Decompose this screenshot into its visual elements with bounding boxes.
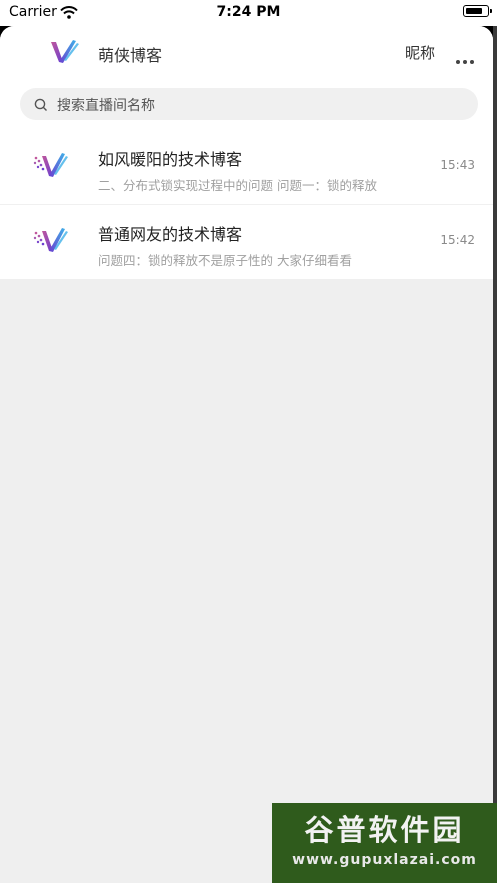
conversation-preview: 二、分布式锁实现过程中的问题 问题一：锁的释放 <box>98 178 377 193</box>
app-sheet: 萌侠博客 昵称 搜索直播间名称 如风暖阳的技术博客 二、分布式锁实现过程中的问题… <box>0 26 493 883</box>
battery-fill <box>466 8 483 14</box>
v-logo-icon <box>32 225 68 259</box>
app-title: 萌侠博客 <box>98 46 163 65</box>
conversation-title: 普通网友的技术博客 <box>98 225 243 244</box>
search-bar: 搜索直播间名称 <box>0 78 493 130</box>
search-icon <box>34 97 48 116</box>
search-input[interactable]: 搜索直播间名称 <box>20 88 478 120</box>
search-placeholder: 搜索直播间名称 <box>57 98 155 114</box>
watermark-badge: 谷普软件园 www.gupuxlazai.com <box>272 803 497 883</box>
watermark-url: www.gupuxlazai.com <box>292 852 477 868</box>
conversation-time: 15:43 <box>440 158 475 172</box>
conversation-time: 15:42 <box>440 233 475 247</box>
status-bar: Carrier 7:24 PM <box>0 0 497 26</box>
v-logo-icon <box>32 150 68 184</box>
ellipsis-icon[interactable] <box>456 49 477 68</box>
status-time: 7:24 PM <box>216 4 281 20</box>
conversation-preview: 问题四：锁的释放不是原子性的 大家仔细看看 <box>98 253 352 268</box>
conversation-list: 如风暖阳的技术博客 二、分布式锁实现过程中的问题 问题一：锁的释放 15:43 … <box>0 130 493 279</box>
watermark-name: 谷普软件园 <box>304 813 465 847</box>
list-item[interactable]: 普通网友的技术博客 问题四：锁的释放不是原子性的 大家仔细看看 15:42 <box>0 205 493 279</box>
nickname-button[interactable]: 昵称 <box>405 42 435 63</box>
list-item[interactable]: 如风暖阳的技术博客 二、分布式锁实现过程中的问题 问题一：锁的释放 15:43 <box>0 130 493 205</box>
conversation-title: 如风暖阳的技术博客 <box>98 150 243 169</box>
app-header: 萌侠博客 昵称 <box>0 26 493 78</box>
battery-icon <box>463 5 492 17</box>
background-edge <box>493 26 497 883</box>
v-logo-icon <box>47 38 81 70</box>
